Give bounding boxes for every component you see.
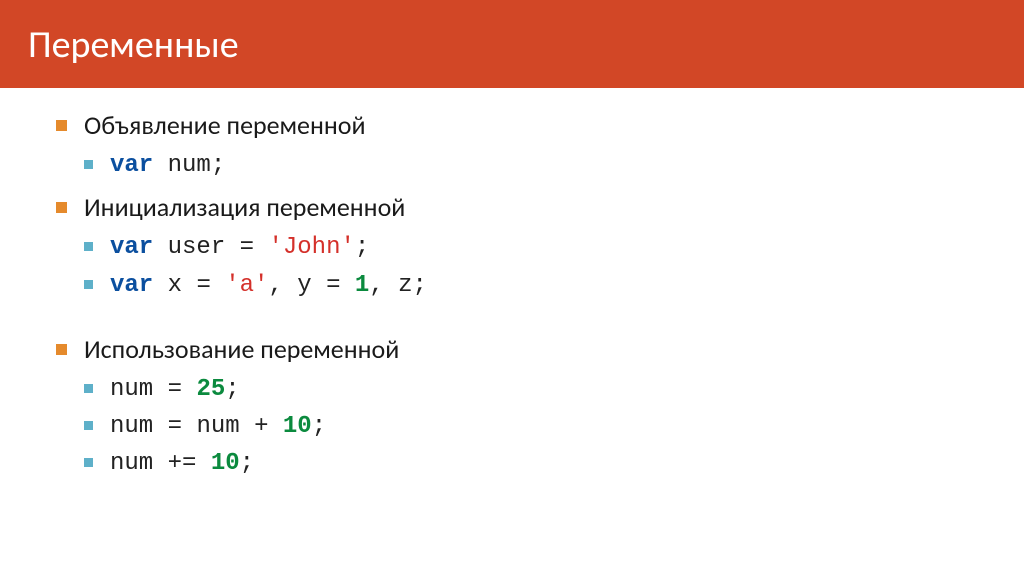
- bullet-list: Объявление переменной var num; Инициализ…: [56, 108, 974, 482]
- spacer: [56, 310, 974, 332]
- slide-title: Переменные: [0, 0, 1024, 88]
- section-heading: Объявление переменной: [84, 109, 366, 141]
- section-initialization: Инициализация переменной var user = 'Joh…: [56, 190, 974, 303]
- code-list: var num;: [84, 147, 974, 184]
- code-line: var x = 'a', y = 1, z;: [84, 267, 974, 304]
- code-list: var user = 'John'; var x = 'a', y = 1, z…: [84, 229, 974, 303]
- code-list: num = 25; num = num + 10; num += 10;: [84, 371, 974, 483]
- section-heading: Инициализация переменной: [84, 191, 405, 223]
- code-line: var num;: [84, 147, 974, 184]
- section-heading: Использование переменной: [84, 333, 399, 365]
- code-line: num = 25;: [84, 371, 974, 408]
- code-line: num = num + 10;: [84, 408, 974, 445]
- code-line: var user = 'John';: [84, 229, 974, 266]
- slide-body: Объявление переменной var num; Инициализ…: [0, 88, 1024, 482]
- section-usage: Использование переменной num = 25; num =…: [56, 332, 974, 483]
- section-declaration: Объявление переменной var num;: [56, 108, 974, 184]
- code-line: num += 10;: [84, 445, 974, 482]
